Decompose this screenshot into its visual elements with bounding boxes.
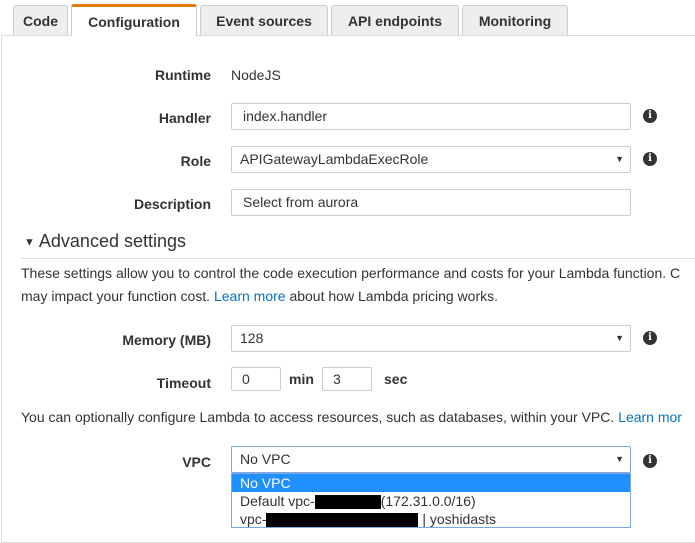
- vpc-select[interactable]: No VPC ▼: [231, 446, 631, 473]
- handler-input[interactable]: index.handler: [231, 103, 631, 130]
- caret-down-icon: ▼: [24, 236, 35, 249]
- vpc-text: You can optionally configure Lambda to a…: [21, 409, 682, 425]
- advanced-settings-title: Advanced settings: [38, 231, 186, 251]
- advanced-settings-toggle[interactable]: ▼ Advanced settings: [24, 231, 186, 252]
- description-label: Description: [133, 196, 211, 212]
- vpc-option[interactable]: No VPC: [232, 474, 630, 492]
- tab-code[interactable]: Code: [13, 5, 68, 35]
- handler-label: Handler: [158, 110, 211, 126]
- tab-configuration[interactable]: Configuration: [71, 4, 197, 36]
- learn-more-vpc-link[interactable]: Learn mor: [618, 409, 682, 425]
- info-icon[interactable]: i: [643, 454, 657, 468]
- role-value: APIGatewayLambdaExecRole: [240, 151, 429, 167]
- memory-value: 128: [240, 330, 264, 346]
- info-icon[interactable]: i: [643, 331, 657, 345]
- tab-event-sources[interactable]: Event sources: [200, 5, 328, 35]
- timeout-label: Timeout: [156, 375, 211, 391]
- memory-select[interactable]: 128 ▼: [231, 325, 631, 352]
- timeout-sec-input[interactable]: 3: [322, 367, 372, 391]
- redaction: [314, 495, 381, 510]
- role-select[interactable]: APIGatewayLambdaExecRole ▼: [231, 146, 631, 173]
- chevron-down-icon: ▼: [615, 333, 624, 343]
- info-icon[interactable]: i: [643, 109, 657, 123]
- vpc-option[interactable]: vpc- | yoshidasts: [232, 510, 630, 528]
- sec-label: sec: [384, 371, 408, 387]
- tab-monitoring[interactable]: Monitoring: [462, 5, 568, 35]
- vpc-label: VPC: [182, 454, 211, 470]
- runtime-value: NodeJS: [231, 67, 281, 83]
- description-input[interactable]: Select from aurora: [231, 189, 631, 216]
- advanced-text-2: may impact your function cost. Learn mor…: [21, 288, 499, 304]
- runtime-label: Runtime: [155, 67, 211, 83]
- memory-label: Memory (MB): [122, 332, 211, 348]
- advanced-text: These settings allow you to control the …: [21, 265, 681, 281]
- tab-api-endpoints[interactable]: API endpoints: [331, 5, 459, 35]
- timeout-min-input[interactable]: 0: [231, 367, 281, 391]
- role-label: Role: [180, 153, 211, 169]
- redaction: [266, 513, 419, 528]
- min-label: min: [289, 371, 314, 387]
- chevron-down-icon: ▼: [615, 454, 624, 464]
- info-icon[interactable]: i: [643, 152, 657, 166]
- vpc-dropdown: No VPC Default vpc- (172.31.0.0/16) vpc- …: [231, 473, 631, 528]
- chevron-down-icon: ▼: [615, 154, 624, 164]
- learn-more-link[interactable]: Learn more: [214, 288, 286, 304]
- vpc-option[interactable]: Default vpc- (172.31.0.0/16): [232, 492, 630, 510]
- divider: [21, 258, 695, 259]
- vpc-value: No VPC: [240, 451, 291, 467]
